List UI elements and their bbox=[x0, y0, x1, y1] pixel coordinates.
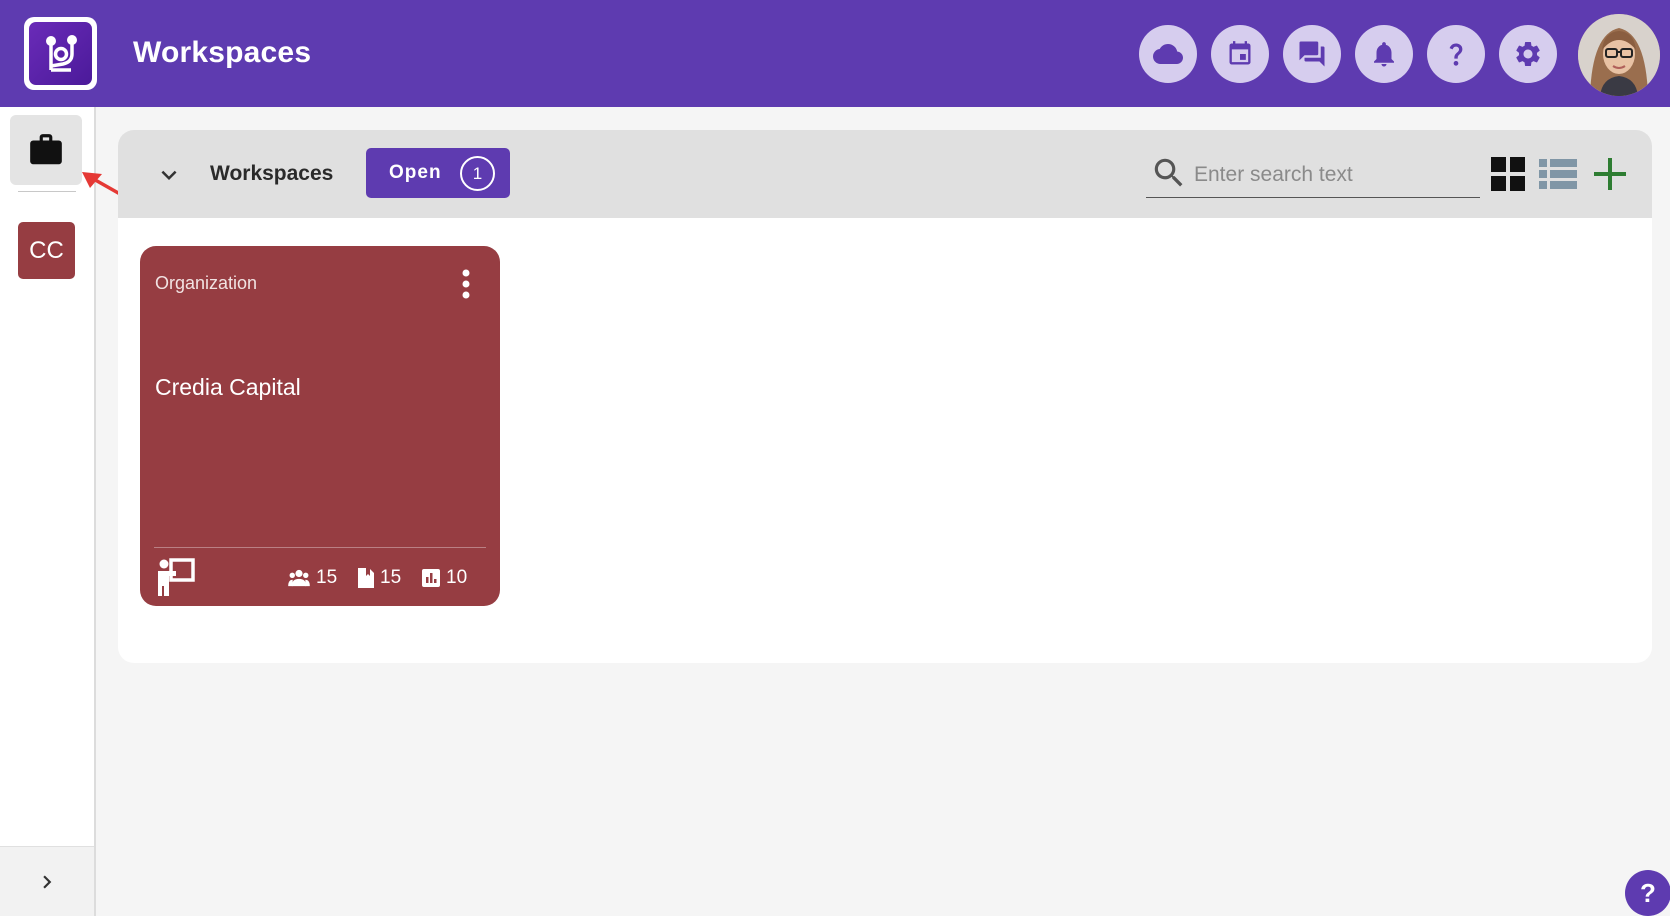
document-icon bbox=[358, 568, 374, 588]
card-title: Credia Capital bbox=[155, 374, 301, 400]
sidebar-expand-button[interactable] bbox=[0, 846, 94, 916]
reports-count: 10 bbox=[446, 567, 468, 588]
open-count-badge: 1 bbox=[460, 156, 495, 191]
help-fab-button[interactable]: ? bbox=[1625, 870, 1670, 916]
members-count: 15 bbox=[316, 567, 338, 588]
search-icon bbox=[1154, 158, 1183, 187]
sidebar-item-workspaces[interactable] bbox=[10, 115, 82, 185]
settings-button[interactable] bbox=[1499, 25, 1557, 83]
help-button[interactable] bbox=[1427, 25, 1485, 83]
calendar-button[interactable] bbox=[1211, 25, 1269, 83]
more-vertical-icon bbox=[462, 269, 470, 299]
left-sidebar: CC bbox=[0, 107, 96, 916]
search-input[interactable] bbox=[1194, 158, 1474, 192]
documents-stat: 15 bbox=[358, 567, 401, 589]
help-icon bbox=[1449, 43, 1463, 66]
list-view-icon bbox=[1539, 159, 1577, 189]
search-box bbox=[1146, 152, 1480, 198]
plus-icon bbox=[1594, 158, 1626, 190]
app-logo[interactable] bbox=[24, 17, 97, 90]
page-title: Workspaces bbox=[133, 36, 312, 69]
add-workspace-button[interactable] bbox=[1590, 154, 1630, 194]
chat-icon bbox=[1299, 41, 1325, 67]
open-filter-button[interactable]: Open 1 bbox=[366, 148, 510, 198]
panel-title: Workspaces bbox=[210, 162, 334, 185]
grid-view-icon bbox=[1491, 157, 1525, 191]
calendar-icon bbox=[1229, 41, 1251, 65]
members-stat: 15 bbox=[288, 567, 337, 589]
people-icon bbox=[288, 569, 310, 587]
notifications-button[interactable] bbox=[1355, 25, 1413, 83]
sidebar-divider bbox=[18, 191, 76, 192]
cloud-button[interactable] bbox=[1139, 25, 1197, 83]
collapse-button[interactable] bbox=[154, 160, 184, 190]
list-view-button[interactable] bbox=[1538, 154, 1578, 194]
chevron-right-icon bbox=[43, 875, 52, 888]
open-filter-label: Open bbox=[389, 162, 442, 183]
workspace-card[interactable]: Organization Credia Capital 15 15 10 bbox=[140, 246, 500, 606]
gear-icon bbox=[1516, 41, 1540, 66]
chevron-down-icon bbox=[161, 170, 177, 180]
card-menu-button[interactable] bbox=[454, 266, 478, 302]
sidebar-item-credia-capital[interactable]: CC bbox=[18, 222, 75, 279]
presenter-icon bbox=[158, 558, 195, 596]
bell-icon bbox=[1374, 42, 1394, 67]
documents-count: 15 bbox=[380, 567, 402, 588]
card-divider bbox=[154, 547, 486, 548]
workspaces-panel: Workspaces Open 1 Enter search text Orga… bbox=[118, 130, 1652, 663]
briefcase-icon bbox=[30, 134, 62, 165]
reports-stat: 10 bbox=[422, 567, 467, 589]
top-bar: Workspaces bbox=[0, 0, 1670, 107]
chat-button[interactable] bbox=[1283, 25, 1341, 83]
card-type-label: Organization bbox=[155, 273, 258, 293]
panel-header: Workspaces Open 1 bbox=[118, 130, 1652, 218]
logo-mark-icon bbox=[29, 22, 92, 85]
report-chart-icon bbox=[422, 569, 440, 587]
cloud-icon bbox=[1153, 44, 1183, 64]
grid-view-button[interactable] bbox=[1488, 154, 1528, 194]
user-avatar[interactable] bbox=[1578, 14, 1660, 96]
